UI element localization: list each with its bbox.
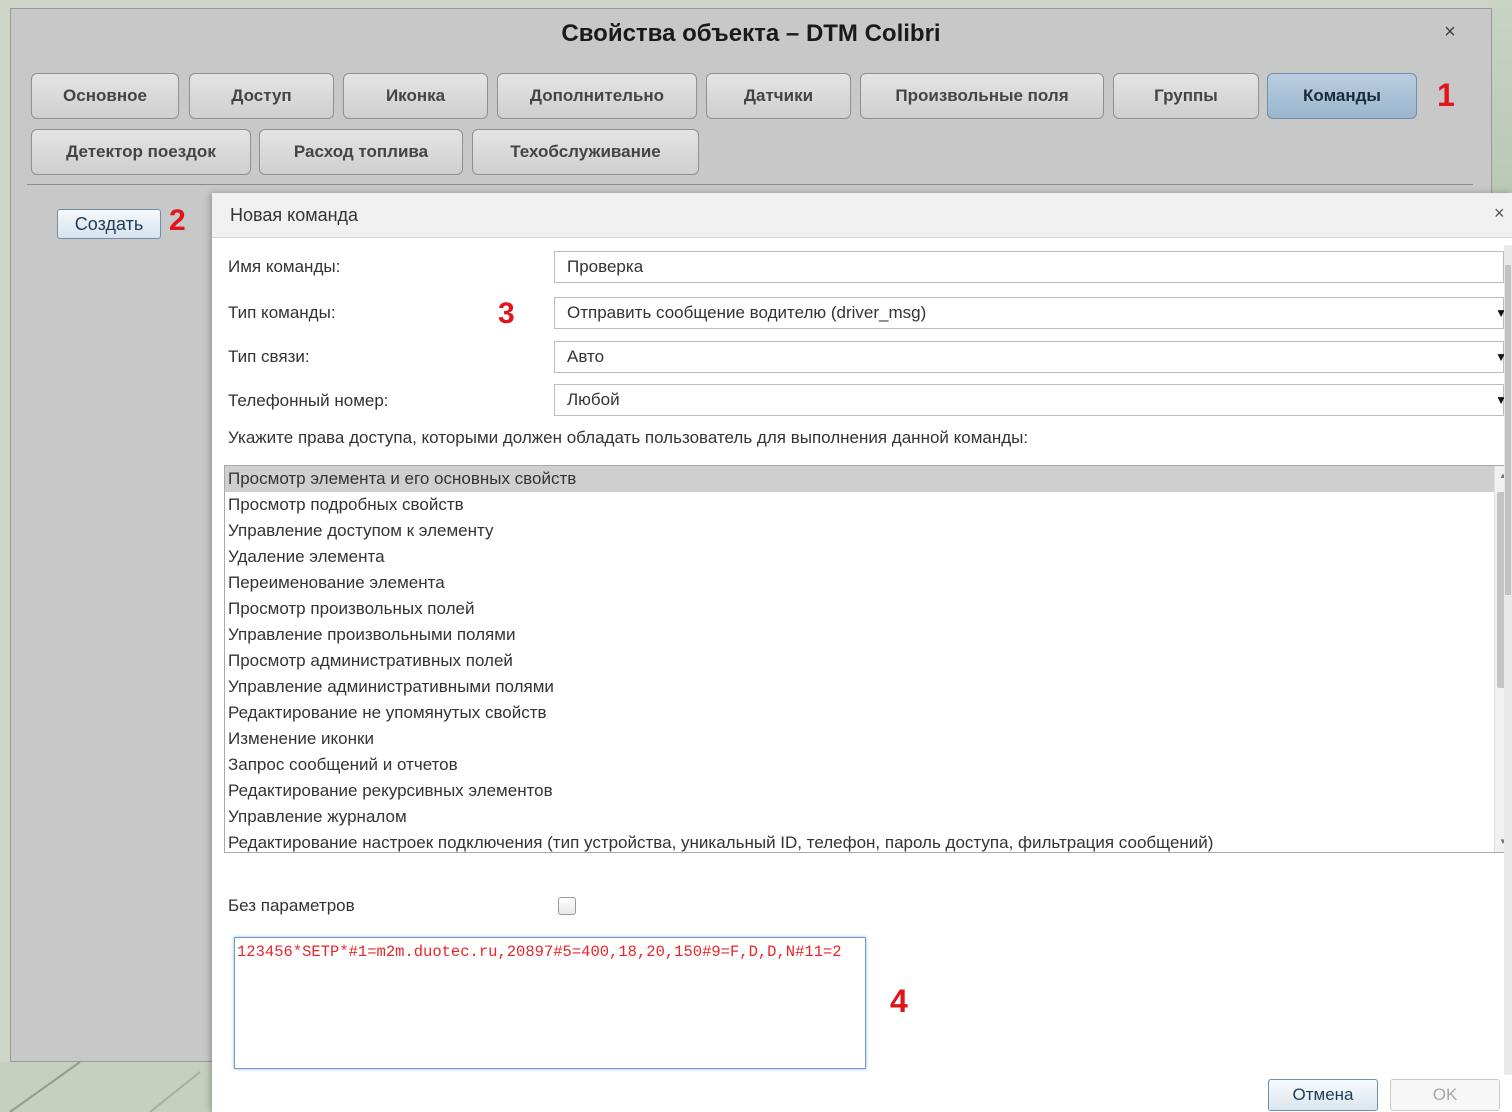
tab-groups[interactable]: Группы [1113,73,1259,119]
dialog-title: Новая команда [230,205,359,225]
no-params-checkbox[interactable] [558,897,576,915]
annotation-marker-2: 2 [169,204,186,237]
permission-item[interactable]: Просмотр административных полей [225,648,1511,674]
phone-number-label: Телефонный номер: [228,391,389,410]
permission-item[interactable]: Редактирование не упомянутых свойств [225,700,1511,726]
create-button[interactable]: Создать [57,209,161,239]
permissions-list: Просмотр элемента и его основных свойств… [225,466,1511,852]
command-text-input[interactable] [234,937,866,1069]
window-title: Свойства объекта – DTM Colibri [561,20,941,47]
permissions-label: Укажите права доступа, которыми должен о… [228,428,1029,447]
permission-item[interactable]: Просмотр подробных свойств [225,492,1511,518]
command-type-select[interactable]: Отправить сообщение водителю (driver_msg… [554,297,1507,329]
permission-item[interactable]: Запрос сообщений и отчетов [225,752,1511,778]
tab-access[interactable]: Доступ [189,73,334,119]
command-name-label: Имя команды: [228,257,341,276]
permission-item[interactable]: Управление административными полями [225,674,1511,700]
phone-number-select[interactable]: Любой ▼ [554,384,1507,416]
permission-item[interactable]: Управление доступом к элементу [225,518,1511,544]
command-type-value: Отправить сообщение водителю (driver_msg… [567,303,927,322]
annotation-marker-3: 3 [498,297,515,330]
close-icon[interactable]: × [1439,21,1461,43]
map-roads [9,1062,201,1112]
link-type-select[interactable]: Авто ▼ [554,341,1507,373]
dialog-scroll-thumb[interactable] [1505,265,1511,595]
permission-item[interactable]: Просмотр произвольных полей [225,596,1511,622]
map-background-bottom [0,1062,212,1112]
dialog-header: Новая команда × [212,193,1512,238]
permission-item[interactable]: Управление произвольными полями [225,622,1511,648]
tab-sensors[interactable]: Датчики [706,73,851,119]
tab-maintenance[interactable]: Техобслуживание [472,129,699,175]
permission-item[interactable]: Просмотр элемента и его основных свойств [225,466,1511,492]
permission-item[interactable]: Переименование элемента [225,570,1511,596]
permission-item[interactable]: Редактирование рекурсивных элементов [225,778,1511,804]
cancel-button[interactable]: Отмена [1268,1079,1378,1111]
tab-icon[interactable]: Иконка [343,73,488,119]
permission-item[interactable]: Изменение иконки [225,726,1511,752]
dialog-scrollbar[interactable] [1504,245,1512,1075]
permission-item[interactable]: Редактирование настроек подключения (тип… [225,830,1511,852]
tab-trip-detector[interactable]: Детектор поездок [31,129,251,175]
tab-commands[interactable]: Команды [1267,73,1417,119]
permission-item[interactable]: Удаление элемента [225,544,1511,570]
annotation-marker-4: 4 [890,983,908,1019]
no-params-label: Без параметров [228,896,355,915]
command-name-input[interactable] [554,251,1504,283]
tab-custom-fields[interactable]: Произвольные поля [860,73,1104,119]
dialog-close-icon[interactable]: × [1494,201,1512,225]
tab-additional[interactable]: Дополнительно [497,73,697,119]
tab-fuel-consumption[interactable]: Расход топлива [259,129,463,175]
command-type-label: Тип команды: [228,303,336,322]
link-type-value: Авто [567,347,605,366]
permissions-listbox[interactable]: Просмотр элемента и его основных свойств… [224,465,1512,853]
annotation-marker-1: 1 [1437,77,1455,113]
ok-button[interactable]: OK [1390,1079,1500,1111]
phone-number-value: Любой [567,390,620,409]
new-command-dialog: Новая команда × Имя команды: Тип команды… [212,193,1512,1112]
link-type-label: Тип связи: [228,347,310,366]
tab-basic[interactable]: Основное [31,73,179,119]
permission-item[interactable]: Управление журналом [225,804,1511,830]
tabs-divider [27,184,1473,185]
